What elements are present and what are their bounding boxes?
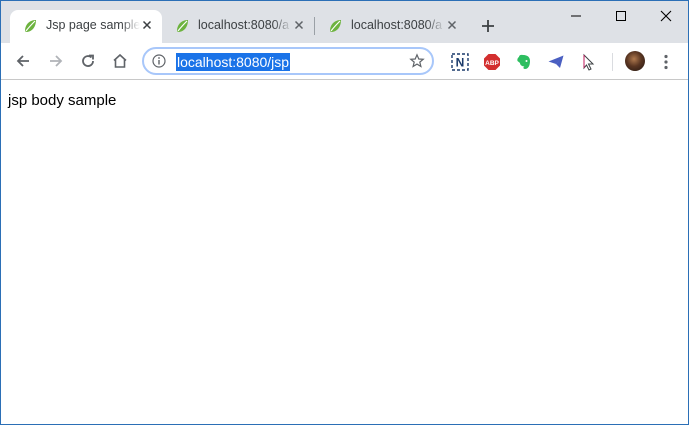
reload-icon — [82, 54, 94, 67]
browser-toolbar: localhost:8080/jsp N ABP — [1, 43, 688, 80]
close-tab-icon[interactable] — [140, 18, 154, 32]
reload-button[interactable] — [76, 49, 100, 73]
tab-localhost-1[interactable]: localhost:8080/a — [162, 10, 314, 43]
maximize-button[interactable] — [598, 1, 644, 31]
url-text[interactable]: localhost:8080/jsp — [176, 53, 291, 71]
spring-leaf-icon — [177, 20, 188, 32]
tab-jsp-page-sample[interactable]: Jsp page sample — [10, 10, 162, 43]
adblock-plus-label: ABP — [485, 60, 499, 67]
send-paper-plane-icon[interactable] — [547, 53, 565, 71]
minimize-button[interactable] — [553, 1, 599, 31]
close-tab-icon[interactable] — [445, 18, 459, 32]
arrow-right-icon — [50, 55, 63, 67]
evernote-icon[interactable] — [515, 53, 533, 71]
close-icon — [660, 10, 672, 22]
forward-button[interactable] — [44, 49, 68, 73]
toolbar-separator — [612, 53, 613, 71]
info-icon[interactable] — [152, 54, 166, 68]
arrow-left-icon — [16, 55, 29, 67]
n-extension-icon[interactable]: N — [451, 53, 469, 71]
n-extension-label: N — [456, 56, 465, 70]
tab-title: localhost:8080/a — [351, 18, 443, 32]
maximize-icon — [616, 11, 626, 21]
browser-window: Jsp page sample localhost:8080/a localho… — [0, 0, 689, 425]
back-button[interactable] — [11, 49, 35, 73]
profile-avatar[interactable] — [625, 51, 645, 71]
cursor-arrow-icon[interactable] — [579, 53, 597, 71]
address-bar[interactable]: localhost:8080/jsp — [142, 47, 434, 75]
tab-title: Jsp page sample — [46, 18, 140, 32]
close-window-button[interactable] — [643, 1, 688, 31]
page-body-text: jsp body sample — [8, 92, 117, 109]
page-content: jsp body sample — [1, 80, 688, 424]
tab-localhost-2[interactable]: localhost:8080/a — [315, 10, 467, 43]
new-tab-icon[interactable] — [479, 17, 497, 35]
three-dots-menu-icon[interactable] — [658, 53, 674, 71]
adblock-plus-icon[interactable]: ABP — [483, 53, 501, 71]
close-tab-icon[interactable] — [292, 18, 306, 32]
home-icon — [113, 53, 127, 68]
spring-leaf-icon — [330, 20, 341, 32]
home-button[interactable] — [108, 49, 132, 73]
tab-title: localhost:8080/a — [198, 18, 290, 32]
star-icon[interactable] — [409, 53, 425, 69]
tab-strip: Jsp page sample localhost:8080/a localho… — [1, 1, 688, 43]
minimize-icon — [571, 15, 581, 17]
spring-leaf-icon — [25, 20, 36, 32]
